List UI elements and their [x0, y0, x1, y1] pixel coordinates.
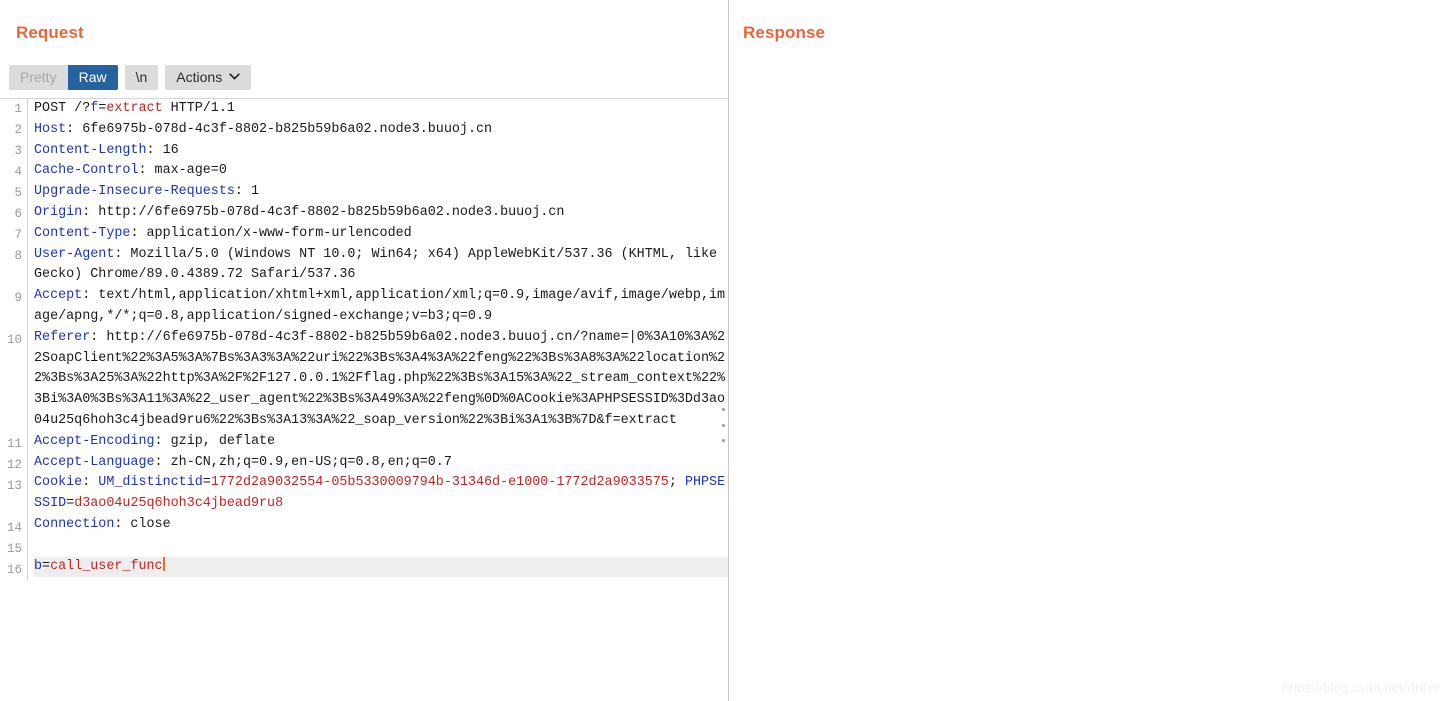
request-line[interactable]: Accept-Encoding: gzip, deflate: [34, 432, 729, 453]
request-view-tabs[interactable]: Pretty Raw: [9, 64, 118, 90]
line-number: 5: [14, 186, 22, 200]
request-line[interactable]: Accept-Language: zh-CN,zh;q=0.9,en-US;q=…: [34, 453, 729, 474]
pane-splitter-handle[interactable]: [721, 408, 726, 442]
line-number: 14: [6, 521, 22, 535]
request-actions-button[interactable]: Actions: [165, 64, 252, 90]
request-line[interactable]: POST /?f=extract HTTP/1.1: [34, 99, 729, 120]
request-line[interactable]: b=call_user_func: [34, 556, 729, 578]
line-number: 1: [14, 102, 22, 116]
request-line[interactable]: Host: 6fe6975b-078d-4c3f-8802-b825b59b6a…: [34, 120, 729, 141]
line-number: 4: [14, 165, 22, 179]
watermark: https://blog.csdn.net/rfrder: [1282, 680, 1439, 695]
request-line[interactable]: Cookie: UM_distinctid=1772d2a9032554-05b…: [34, 473, 729, 515]
request-pane: Request Pretty Raw \n Actions 1234567891…: [0, 0, 729, 701]
request-code-wrap: 1 2 3 4 5 6 7 8 9 10 11 12 13 14 15 16 POST /?f=extract…: [0, 99, 729, 581]
line-number: 9: [14, 291, 22, 305]
line-number: 15: [6, 542, 22, 556]
request-line[interactable]: Cache-Control: max-age=0: [34, 161, 729, 182]
request-tab-row[interactable]: Pretty Raw \n Actions: [9, 64, 252, 90]
request-line[interactable]: Referer: http://6fe6975b-078d-4c3f-8802-…: [34, 328, 729, 432]
line-number: 7: [14, 228, 22, 242]
line-number: 3: [14, 144, 22, 158]
request-line-numbers: 1 2 3 4 5 6 7 8 9 10 11 12 13 14 15 16: [0, 99, 27, 581]
request-line[interactable]: [34, 536, 729, 557]
tab-request-pretty[interactable]: Pretty: [9, 64, 68, 90]
request-line[interactable]: Content-Type: application/x-www-form-url…: [34, 224, 729, 245]
request-actions-label: Actions: [176, 68, 223, 85]
text-cursor: [162, 556, 165, 571]
request-line[interactable]: Content-Length: 16: [34, 141, 729, 162]
request-line[interactable]: User-Agent: Mozilla/5.0 (Windows NT 10.0…: [34, 245, 729, 287]
request-editor[interactable]: 1 2 3 4 5 6 7 8 9 10 11 12 13 14 15 16 POST /?f=extract…: [0, 98, 729, 701]
request-raw-text[interactable]: POST /?f=extract HTTP/1.1 Host: 6fe6975b-…: [27, 99, 729, 581]
line-number: 11: [6, 437, 22, 451]
request-title: Request: [16, 23, 84, 42]
line-number: 13: [6, 479, 22, 493]
line-number: 12: [6, 458, 22, 472]
line-number: 2: [14, 123, 22, 137]
line-number: 10: [6, 333, 22, 347]
response-pane: Response Pretty Raw Render \n Actions <?…: [729, 0, 1447, 701]
chevron-down-icon: [229, 73, 241, 80]
burp-repeater-window: Request Pretty Raw \n Actions 1234567891…: [0, 0, 1447, 701]
tab-request-raw[interactable]: Raw: [67, 64, 118, 90]
response-title: Response: [743, 23, 826, 42]
request-line[interactable]: Connection: close: [34, 515, 729, 536]
line-number: 16: [6, 563, 22, 577]
line-number: 8: [14, 249, 22, 263]
request-newline-button[interactable]: \n: [124, 64, 159, 90]
request-line[interactable]: Upgrade-Insecure-Requests: 1: [34, 182, 729, 203]
request-line[interactable]: Origin: http://6fe6975b-078d-4c3f-8802-b…: [34, 203, 729, 224]
request-line[interactable]: Accept: text/html,application/xhtml+xml,…: [34, 286, 729, 328]
line-number: 6: [14, 207, 22, 221]
